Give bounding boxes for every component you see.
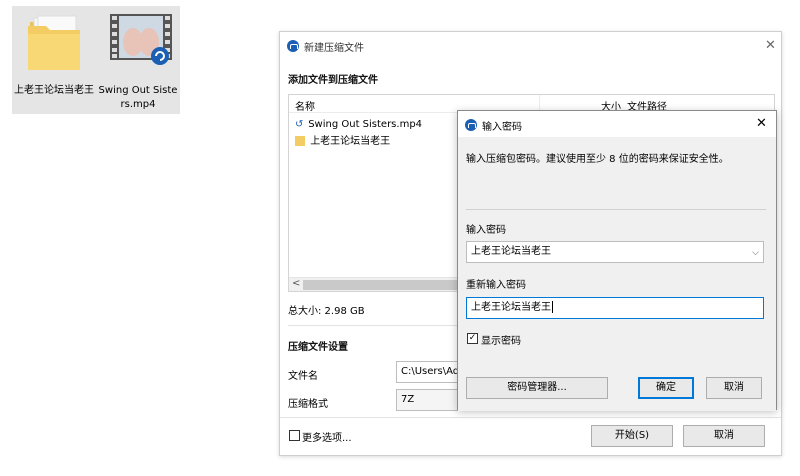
cancel-button[interactable]: 取消: [683, 425, 765, 447]
divider: [280, 417, 781, 418]
media-file-icon: ↺: [295, 119, 304, 130]
list-item[interactable]: 上老王论坛当老王: [295, 134, 390, 150]
start-button[interactable]: 开始(S): [591, 425, 673, 447]
dialog-title: 输入密码: [482, 122, 522, 133]
list-item[interactable]: ↺ Swing Out Sisters.mp4: [295, 117, 422, 133]
show-password-checkbox[interactable]: ✓: [467, 333, 478, 344]
chevron-down-icon[interactable]: ⌵: [752, 243, 759, 262]
desktop-icon-folder[interactable]: 上老王论坛当老王: [12, 6, 96, 114]
list-item-name: Swing Out Sisters.mp4: [308, 119, 423, 130]
settings-heading: 压缩文件设置: [288, 342, 348, 353]
password-label: 输入密码: [466, 225, 506, 236]
cancel-button[interactable]: 取消: [706, 377, 762, 399]
password-dialog: 输入密码 ✕ 输入压缩包密码。建议使用至少 8 位的密码来保证安全性。 输入密码…: [457, 110, 777, 411]
confirm-password-label: 重新输入密码: [466, 280, 526, 291]
scroll-left-icon[interactable]: <: [292, 278, 300, 289]
column-name[interactable]: 名称: [295, 98, 315, 113]
dialog-body: 输入压缩包密码。建议使用至少 8 位的密码来保证安全性。 输入密码 上老王论坛当…: [458, 137, 776, 411]
password-input[interactable]: 上老王论坛当老王 ⌵: [466, 241, 764, 263]
close-icon[interactable]: ✕: [765, 39, 776, 52]
ok-button[interactable]: 确定: [638, 377, 694, 399]
more-options-checkbox[interactable]: [289, 430, 300, 441]
scrollbar-thumb[interactable]: [303, 280, 463, 290]
password-value: 上老王论坛当老王: [471, 246, 551, 257]
title-bar: 新建压缩文件 ✕: [280, 32, 781, 60]
desktop-icon-label: 上老王论坛当老王: [14, 85, 94, 96]
desktop-icon-video[interactable]: Swing Out Sisters.mp4: [96, 6, 180, 114]
close-icon[interactable]: ✕: [756, 117, 767, 130]
text-caret: [552, 301, 553, 313]
format-label: 压缩格式: [288, 399, 328, 410]
confirm-password-value: 上老王论坛当老王: [471, 302, 551, 313]
folder-icon: [295, 136, 305, 146]
folder-icon: [26, 12, 82, 72]
add-files-heading: 添加文件到压缩文件: [288, 75, 378, 86]
video-file-icon: [110, 12, 172, 72]
list-item-name: 上老王论坛当老王: [310, 136, 391, 147]
password-manager-button[interactable]: 密码管理器...: [466, 377, 608, 399]
divider: [466, 209, 766, 210]
filename-label: 文件名: [288, 371, 318, 382]
password-description: 输入压缩包密码。建议使用至少 8 位的密码来保证安全性。: [466, 154, 729, 165]
desktop-icon-label: Swing Out Sisters.mp4: [98, 85, 178, 110]
show-password-label[interactable]: 显示密码: [481, 332, 521, 347]
dialog-title: 新建压缩文件: [304, 43, 364, 54]
more-options-label[interactable]: 更多选项...: [302, 429, 352, 444]
app-logo-icon: [465, 119, 477, 131]
confirm-password-input[interactable]: 上老王论坛当老王: [466, 297, 764, 319]
title-bar: 输入密码 ✕: [458, 111, 776, 137]
total-size: 总大小: 2.98 GB: [288, 306, 365, 317]
app-logo-icon: [287, 40, 299, 52]
